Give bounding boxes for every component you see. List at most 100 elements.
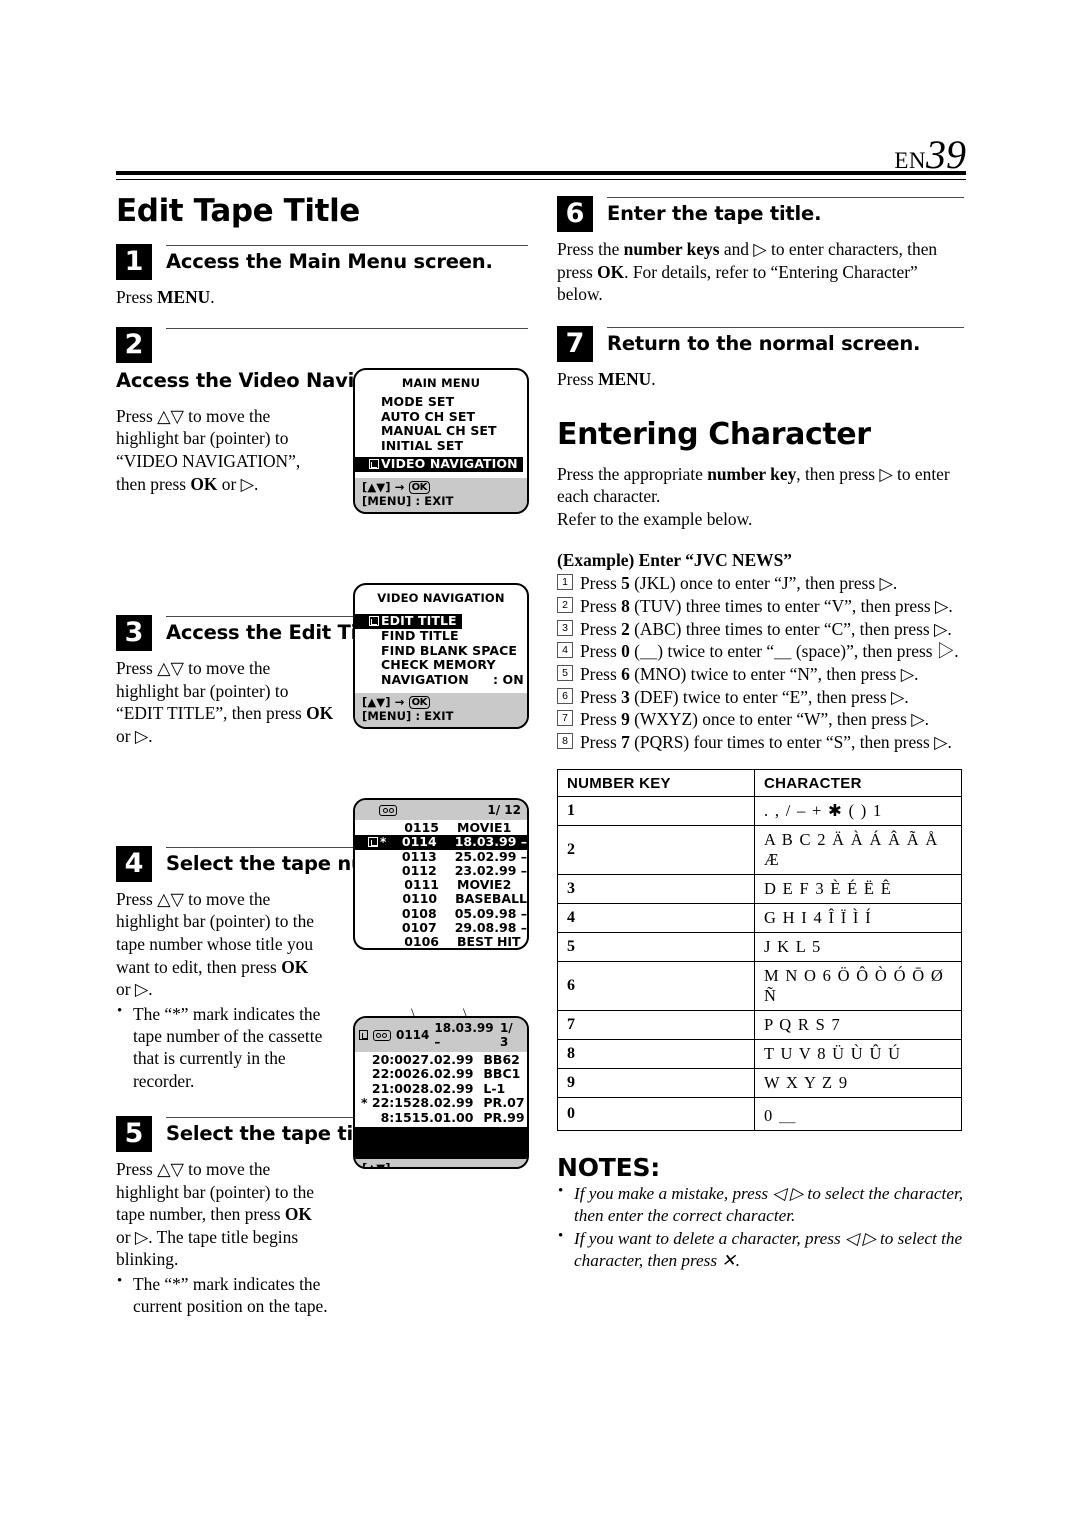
- table-row[interactable]: 0107 29.08.98 –: [355, 920, 527, 935]
- text: “EDIT TITLE”, then press: [116, 703, 307, 724]
- tape-title: MOVIE2: [457, 877, 512, 893]
- osd-tape-title: 0114 18.03.99 – 1/ 3 20:00 27.02.99 BB62 2…: [353, 1016, 529, 1169]
- tape-number: 0110: [402, 891, 438, 907]
- table-row[interactable]: * 0114 18.03.99 –: [355, 834, 527, 850]
- tape-title: 23.02.99 –: [454, 862, 527, 878]
- menu-key-label: MENU: [598, 368, 652, 389]
- text: or ▷.: [116, 979, 153, 1000]
- step-number: 1: [116, 244, 152, 281]
- table-row[interactable]: 0106 BEST HIT: [355, 934, 527, 950]
- table-row[interactable]: 0110 BASEBALL: [355, 891, 527, 907]
- ok-key-label: OK: [597, 261, 625, 282]
- table-row[interactable]: 0108 05.09.98 –: [355, 905, 527, 921]
- menu-item-auto-ch-set[interactable]: AUTO CH SET: [368, 409, 527, 425]
- entering-character-intro: Press the appropriate number key, then p…: [557, 463, 964, 531]
- menu-item-video-navigation[interactable]: VIDEO NAVIGATION: [355, 456, 523, 472]
- menu-item-mode-set[interactable]: MODE SET: [368, 394, 527, 410]
- table-row[interactable]: 21:00 28.02.99 L-1: [355, 1081, 527, 1096]
- header-rule-thin: [116, 179, 966, 180]
- osd-footer: [▲▼] → OK [MENU] : EXIT: [355, 693, 527, 727]
- column-header-number-key: NUMBER KEY: [557, 769, 755, 798]
- cell-number-key: 9: [557, 1068, 755, 1099]
- step-number: 6: [557, 196, 593, 232]
- step-3-body: Press △▽ to move the highlight bar (poin…: [116, 657, 350, 748]
- example-step-index: 7: [557, 710, 573, 727]
- step-number: 5: [116, 1115, 152, 1152]
- osd-video-navigation: VIDEO NAVIGATION EDIT TITLE FIND TITLE F…: [353, 583, 529, 729]
- number-key: 8: [621, 596, 630, 616]
- example-step-index: 4: [557, 642, 573, 659]
- text: highlight bar (pointer) to the: [116, 911, 315, 932]
- text: Press △▽ to move the: [116, 1158, 271, 1179]
- table-row[interactable]: 22:00 26.02.99 BBC1: [355, 1066, 527, 1081]
- tape-title: 18.03.99 –: [434, 1021, 494, 1049]
- pointer-icon: [368, 614, 379, 629]
- record-channel: PR.07: [483, 1095, 525, 1111]
- table-row[interactable]: * 22:15 28.02.99 PR.07: [355, 1095, 527, 1111]
- osd-footer-nav-hint: [▲▼] →: [362, 695, 405, 709]
- osd-menu-items: EDIT TITLE FIND TITLE FIND BLANK SPACE C…: [355, 610, 527, 693]
- example-step-index: 6: [557, 687, 573, 704]
- tape-number: 0106: [404, 934, 439, 950]
- right-column: 6 Enter the tape title. Press the number …: [557, 186, 964, 1273]
- osd-footer-exit-hint: [MENU] : EXIT: [362, 708, 454, 723]
- menu-item-initial-set[interactable]: INITIAL SET: [368, 438, 527, 454]
- ok-key-label: OK: [306, 703, 334, 724]
- number-key: 3: [621, 686, 630, 707]
- menu-item-check-memory[interactable]: CHECK MEMORY: [368, 657, 527, 673]
- osd-tape-list: 1/ 12 0115 MOVIE1 * 0114 18.03.99 – 0113 25.…: [353, 798, 529, 950]
- step-5-notes: The “*” mark indicates the current posit…: [116, 1272, 328, 1318]
- cell-number-key: 5: [557, 932, 755, 963]
- menu-item-navigation[interactable]: NAVIGATION: ON: [368, 672, 527, 688]
- menu-item-edit-title[interactable]: EDIT TITLE: [355, 613, 462, 629]
- text: Press △▽ to move the: [116, 405, 271, 426]
- text: (JKL) once to enter “J”, then press ▷.: [629, 573, 898, 594]
- text: Press: [580, 663, 622, 684]
- pointer-icon: [359, 1030, 368, 1040]
- menu-item-manual-ch-set[interactable]: MANUAL CH SET: [368, 423, 527, 439]
- example-step: 1 Press 5 (JKL) once to enter “J”, then p…: [557, 572, 964, 595]
- entering-character-title: Entering Character: [557, 416, 871, 452]
- page-title: Edit Tape Title: [116, 193, 360, 229]
- step-2-body: Press △▽ to move the highlight bar (poin…: [116, 405, 344, 496]
- tape-number: 0115: [404, 820, 439, 835]
- position-mark: *: [361, 1095, 368, 1111]
- text: want to edit, then press: [116, 956, 282, 977]
- text: tape number, then press: [116, 1204, 285, 1225]
- menu-item-find-title[interactable]: FIND TITLE: [368, 628, 527, 644]
- osd-tape-title-wrapper: \ \ 0114 18.03.99 – 1/ 3 20:00 27.02.99 BB…: [353, 1006, 529, 1169]
- record-date: 15.01.00: [411, 1109, 474, 1125]
- menu-item-label: CHECK MEMORY: [381, 657, 496, 672]
- text: .: [210, 287, 215, 308]
- example-step: 2 Press 8 (TUV) three times to enter “V”,…: [557, 595, 964, 618]
- example-step: 5 Press 6 (MNO) twice to enter “N”, then …: [557, 663, 964, 686]
- step-rule: [166, 327, 528, 329]
- menu-item-label: MODE SET: [381, 394, 455, 409]
- step-rule: [607, 197, 964, 198]
- table-row[interactable]: 0115 MOVIE1: [355, 820, 527, 835]
- example-title: (Example) Enter “JVC NEWS”: [557, 550, 792, 571]
- example-step: 6 Press 3 (DEF) twice to enter “E”, then …: [557, 686, 964, 709]
- tape-number: 0108: [401, 905, 437, 921]
- table-row[interactable]: 8:15 15.01.00 PR.99: [355, 1109, 527, 1125]
- tape-number: 0114: [395, 1028, 430, 1042]
- record-date: 27.02.99: [411, 1052, 474, 1067]
- number-key: 0: [621, 641, 630, 662]
- number-key-label: number key: [707, 463, 797, 484]
- record-date: 28.02.99: [411, 1095, 474, 1111]
- table-row[interactable]: 0112 23.02.99 –: [355, 862, 527, 878]
- text: Press: [116, 287, 158, 308]
- table-row: 9W X Y Z 9: [557, 1068, 962, 1099]
- table-row[interactable]: 20:00 27.02.99 BB62: [355, 1052, 527, 1067]
- table-row[interactable]: 0111 MOVIE2: [355, 877, 527, 893]
- cell-characters: P Q R S 7: [754, 1010, 962, 1041]
- osd-menu-items: MODE SET AUTO CH SET MANUAL CH SET INITI…: [355, 394, 527, 478]
- current-tape-mark: [363, 850, 386, 864]
- menu-item-find-blank-space[interactable]: FIND BLANK SPACE: [368, 643, 527, 659]
- menu-item-label: FIND TITLE: [381, 628, 459, 643]
- osd-tape-list-header: 1/ 12: [355, 800, 527, 820]
- text: (DEF) twice to enter “E”, then press ▷.: [629, 686, 909, 707]
- table-row[interactable]: 0113 25.02.99 –: [355, 849, 527, 864]
- table-row: 1. , / – + ✱ ( ) 1: [557, 796, 962, 827]
- text: Press: [580, 641, 622, 662]
